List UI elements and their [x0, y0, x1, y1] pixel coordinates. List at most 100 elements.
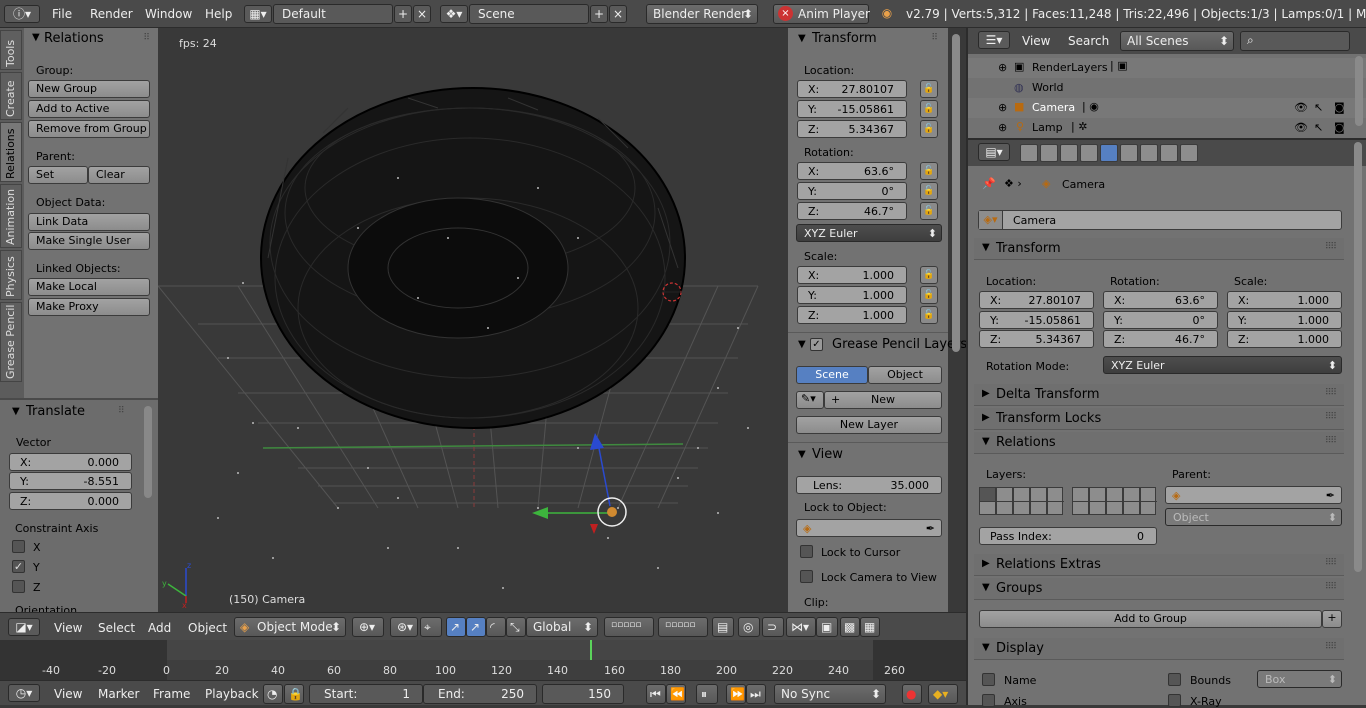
prop-rotation-mode-dropdown[interactable]: XYZ Euler ⬍	[1103, 356, 1342, 374]
object-type-icon[interactable]: ◈▾	[979, 211, 1003, 229]
layer-buttons-1[interactable]	[979, 487, 1064, 515]
add-to-active-button[interactable]: Add to Active	[28, 100, 150, 118]
parent-object-field[interactable]: ◈ ✒	[1165, 486, 1342, 504]
location-z-field[interactable]: Z: 5.34367	[797, 120, 907, 138]
camera-object-icon[interactable]	[607, 507, 617, 517]
record-icon[interactable]: ●	[902, 684, 922, 704]
anim-player-button[interactable]: × Anim Player	[773, 4, 870, 24]
set-parent-button[interactable]: Set	[28, 166, 88, 184]
layer-buttons-2[interactable]	[1072, 487, 1157, 515]
prop-rotation-x-field[interactable]: X: 63.6°	[1103, 291, 1218, 309]
timeline-marker-menu[interactable]: Marker	[98, 687, 139, 701]
object-name-field[interactable]: ◈▾ Camera	[978, 210, 1342, 230]
scale-manipulator-icon[interactable]: ⤡	[506, 617, 526, 637]
render-layers-tab-icon[interactable]	[1040, 144, 1058, 162]
outliner-search-menu[interactable]: Search	[1068, 34, 1109, 48]
scale-x-field[interactable]: X: 1.000	[797, 266, 907, 284]
add-menu[interactable]: Add	[148, 621, 171, 635]
prop-scale-x-field[interactable]: X: 1.000	[1227, 291, 1342, 309]
jump-keyframe-back-icon[interactable]: ⏪	[666, 684, 686, 704]
collapse-triangle-icon[interactable]: ▼	[32, 32, 40, 43]
snap-target-icon[interactable]: ▣	[816, 617, 838, 637]
scene-field[interactable]: Scene	[469, 4, 589, 24]
tab-tools[interactable]: Tools	[0, 30, 22, 70]
relations-header[interactable]: ▼ Relations ⠿⠿	[974, 432, 1344, 454]
pin-icon[interactable]: 📌	[982, 177, 996, 190]
pause-icon[interactable]: ⏸	[696, 684, 718, 704]
outliner-row[interactable]	[968, 58, 1366, 78]
outliner-view-menu[interactable]: View	[1022, 34, 1050, 48]
lock-camera-to-view-checkbox[interactable]	[800, 570, 813, 583]
help-menu[interactable]: Help	[205, 7, 232, 21]
lock-to-object-field[interactable]: ◈ ✒	[796, 519, 942, 537]
jump-start-icon[interactable]: ⏮	[646, 684, 666, 704]
renderable-camera-icon[interactable]: ◙	[1334, 101, 1345, 114]
gp-new-layer-button[interactable]: New Layer	[796, 416, 942, 434]
jump-end-icon[interactable]: ⏭	[746, 684, 766, 704]
gp-scene-button[interactable]: Scene	[796, 366, 868, 384]
relations-extras-header[interactable]: ▶ Relations Extras ⠿⠿	[974, 554, 1344, 576]
collapse-triangle-icon[interactable]: ▼	[798, 339, 806, 350]
sync-mode-dropdown[interactable]: No Sync ⬍	[774, 684, 886, 704]
modifiers-tab-icon[interactable]	[1140, 144, 1158, 162]
collapse-triangle-icon[interactable]: ▼	[12, 406, 20, 417]
panel-grip-icon[interactable]: ⠿	[143, 33, 150, 43]
info-editor-type-button[interactable]: ⓘ▾	[4, 5, 40, 23]
constraint-x-checkbox[interactable]	[12, 540, 25, 553]
lock-icon[interactable]: 🔓	[920, 80, 938, 98]
prop-rotation-z-field[interactable]: Z: 46.7°	[1103, 330, 1218, 348]
timeline-area[interactable]	[0, 640, 966, 680]
remove-scene-icon[interactable]: ×	[609, 5, 627, 23]
lock-icon[interactable]: 🔓	[920, 286, 938, 304]
grease-pencil-checkbox[interactable]: ✓	[810, 338, 823, 351]
display-header[interactable]: ▼ Display ⠿⠿	[974, 638, 1344, 660]
constraint-y-checkbox[interactable]: ✓	[12, 560, 25, 573]
lock-icon[interactable]: 🔓	[920, 162, 938, 180]
outliner-item-world[interactable]: World	[1032, 81, 1064, 94]
add-group-plus-icon[interactable]: +	[1322, 610, 1342, 628]
make-local-button[interactable]: Make Local	[28, 278, 150, 296]
scale-y-field[interactable]: Y: 1.000	[797, 286, 907, 304]
render-menu[interactable]: Render	[90, 7, 133, 21]
object-menu[interactable]: Object	[188, 621, 227, 635]
remove-screen-icon[interactable]: ×	[413, 5, 431, 23]
object-mode-dropdown[interactable]: ◈ Object Mode ⬍	[234, 617, 346, 637]
pass-index-field[interactable]: Pass Index: 0	[979, 527, 1157, 545]
renderable-camera-icon[interactable]: ◙	[1334, 121, 1345, 134]
timeline-playback-menu[interactable]: Playback	[205, 687, 259, 701]
visibility-eye-icon[interactable]: 👁	[1294, 101, 1308, 114]
expand-icon[interactable]: ⊕	[998, 61, 1007, 74]
end-frame-field[interactable]: End: 250	[423, 684, 537, 704]
tab-create[interactable]: Create	[0, 72, 22, 120]
rotation-x-field[interactable]: X: 63.6°	[797, 162, 907, 180]
scene-icon[interactable]: ❖▾	[440, 5, 468, 23]
rotation-z-field[interactable]: Z: 46.7°	[797, 202, 907, 220]
tab-relations[interactable]: Relations	[0, 122, 22, 182]
vector-z-field[interactable]: Z: 0.000	[9, 492, 132, 510]
make-single-user-button[interactable]: Make Single User	[28, 232, 150, 250]
render-image-icon[interactable]: ▩	[840, 617, 860, 637]
jump-keyframe-forward-icon[interactable]: ⏩	[726, 684, 746, 704]
outliner-item-lamp[interactable]: Lamp	[1032, 121, 1063, 134]
properties-scrollbar[interactable]	[1354, 142, 1362, 572]
delta-transform-header[interactable]: ▶ Delta Transform ⠿⠿	[974, 384, 1344, 406]
display-xray-checkbox[interactable]	[1168, 694, 1181, 707]
render-tab-icon[interactable]	[1020, 144, 1038, 162]
outliner-editor-type-icon[interactable]: ☰▾	[978, 31, 1010, 49]
keying-set-icon[interactable]: ◆▾	[928, 684, 958, 704]
prop-rotation-y-field[interactable]: Y: 0°	[1103, 311, 1218, 329]
lock-layers-icon[interactable]: ▤	[712, 617, 734, 637]
current-frame-indicator[interactable]	[590, 640, 592, 660]
constraint-z-checkbox[interactable]	[12, 580, 25, 593]
clear-parent-button[interactable]: Clear	[88, 166, 150, 184]
properties-editor-type-icon[interactable]: ▤▾	[978, 143, 1010, 161]
y-gizmo-arrow[interactable]	[532, 507, 548, 519]
outliner-filter-dropdown[interactable]: All Scenes ⬍	[1120, 31, 1234, 51]
prop-scale-z-field[interactable]: Z: 1.000	[1227, 330, 1342, 348]
lock-to-cursor-checkbox[interactable]	[800, 545, 813, 558]
display-bounds-checkbox[interactable]	[1168, 673, 1181, 686]
new-group-button[interactable]: New Group	[28, 80, 150, 98]
lock-icon[interactable]: 🔓	[920, 120, 938, 138]
snap-element-icon[interactable]: ⋈▾	[786, 617, 816, 637]
add-to-group-button[interactable]: Add to Group	[979, 610, 1322, 628]
